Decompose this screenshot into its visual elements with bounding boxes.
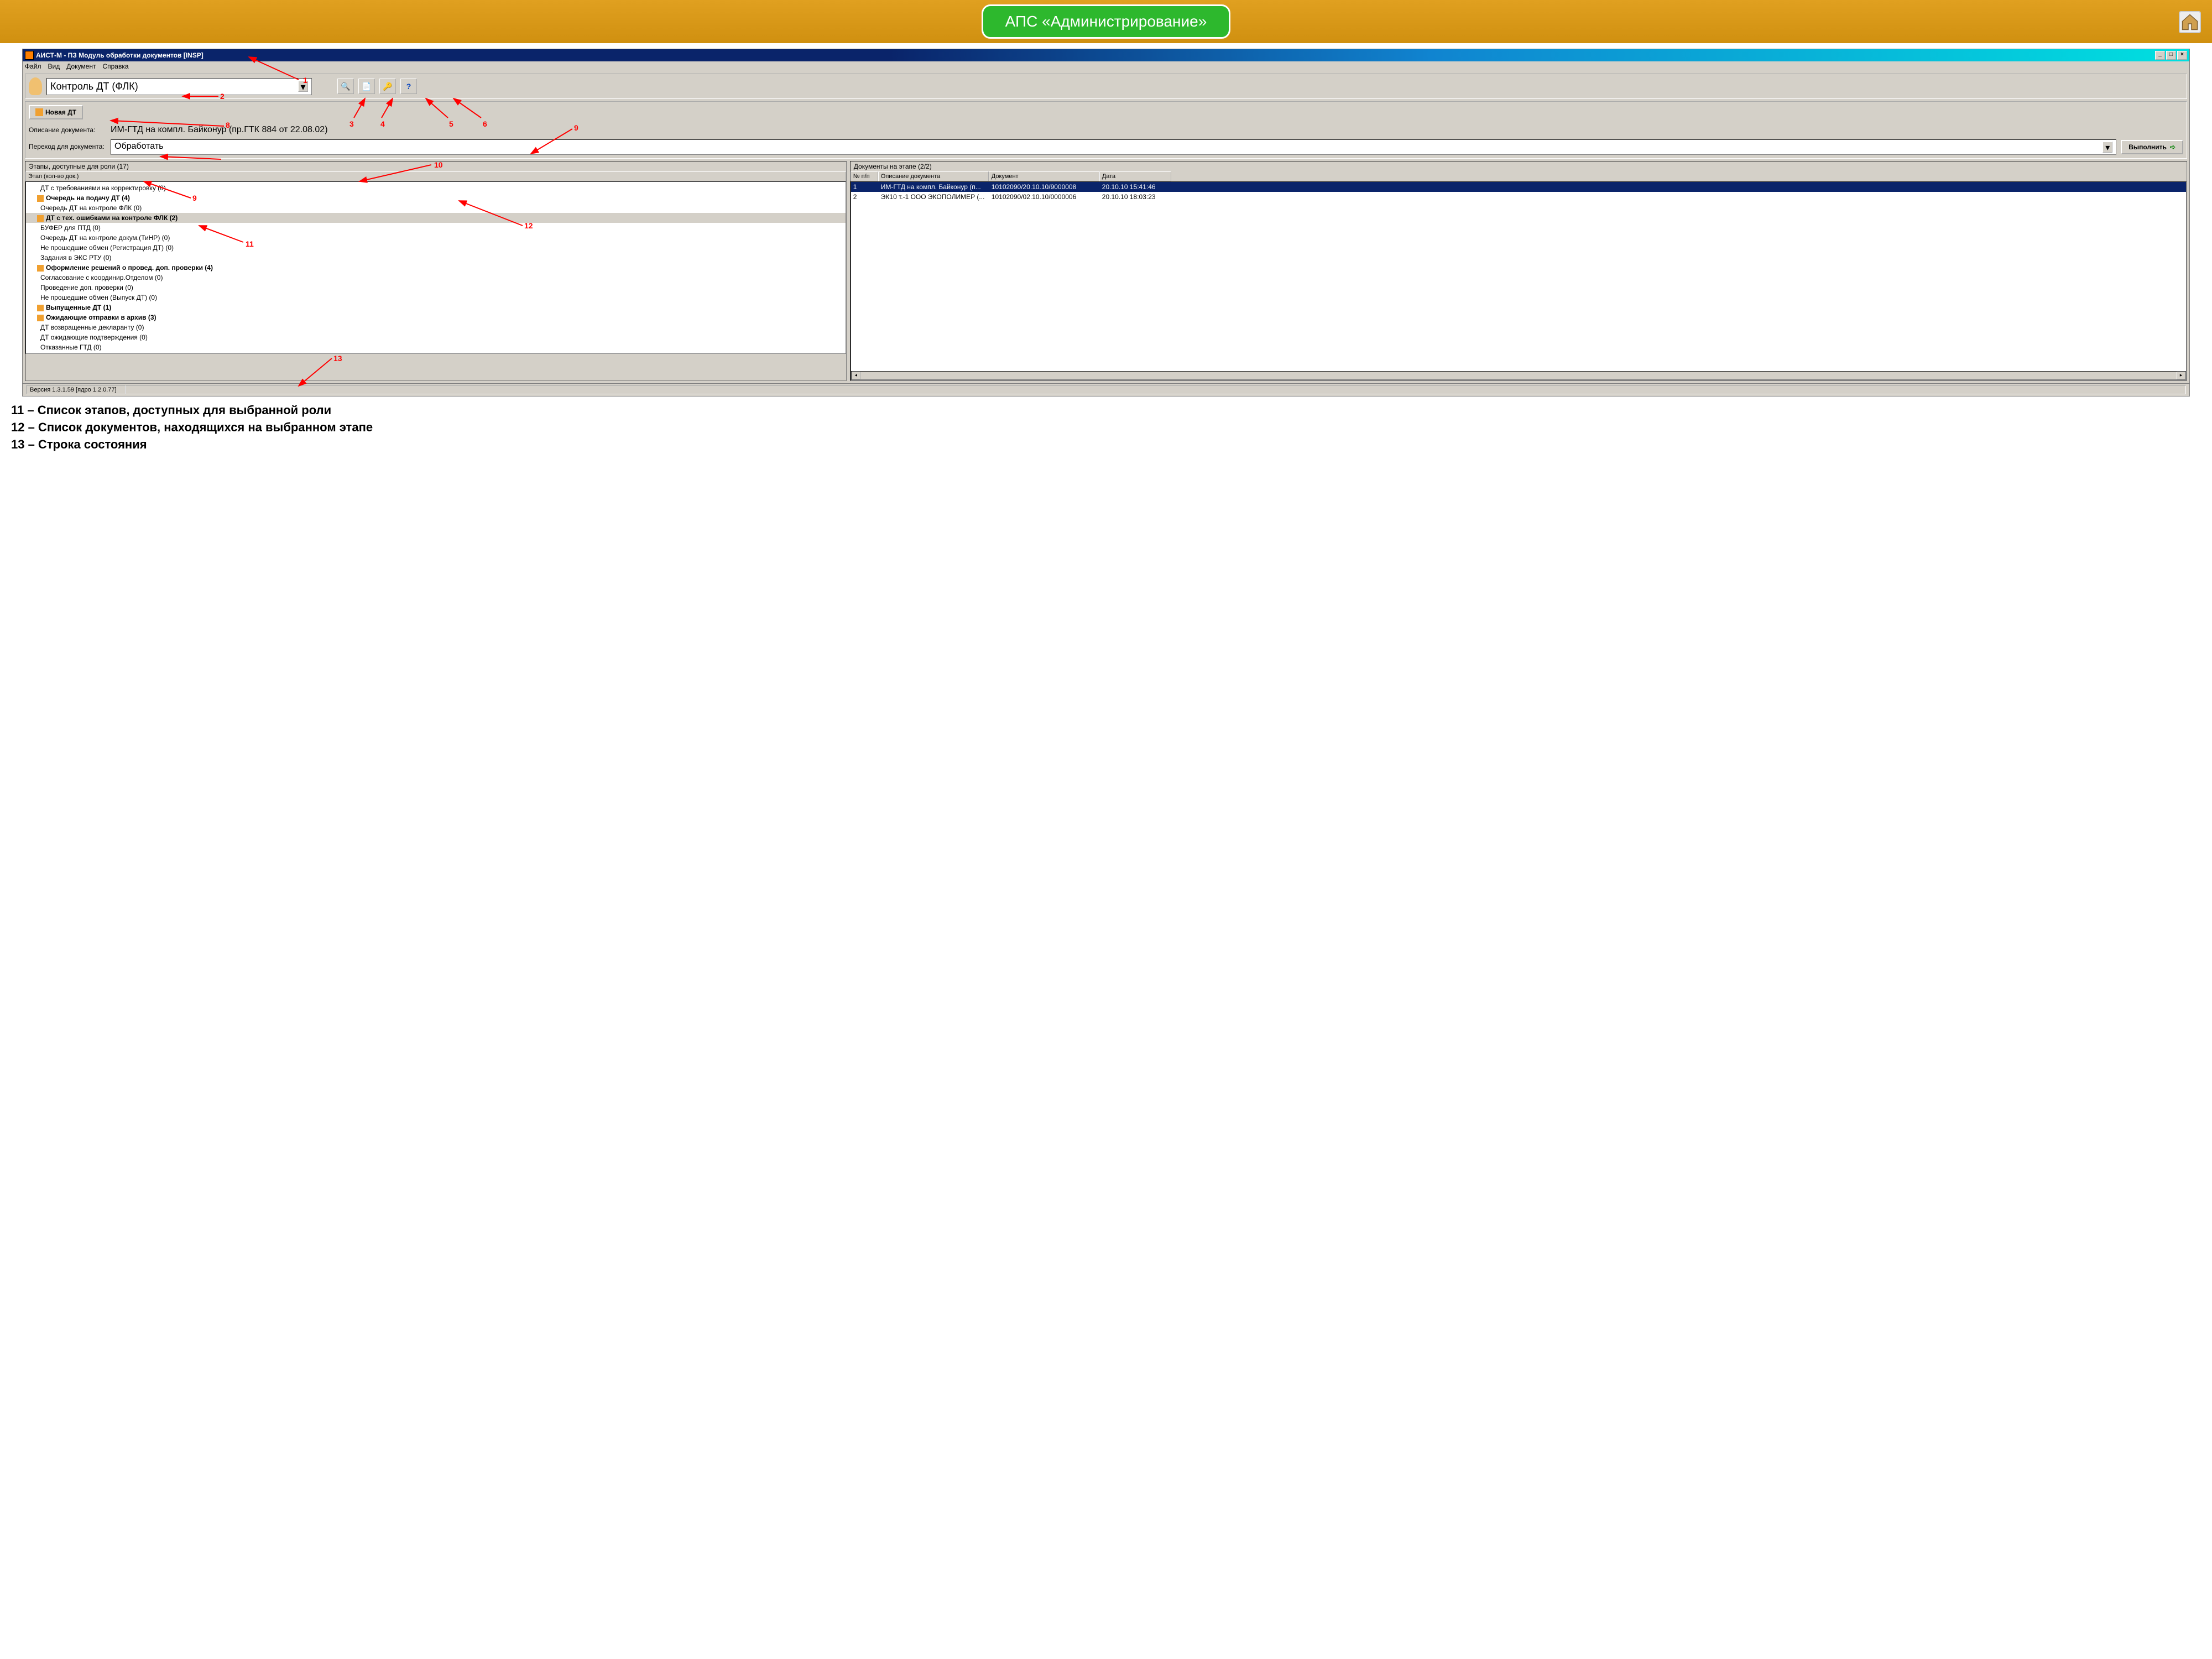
annotation-3: 3	[349, 119, 354, 128]
slide-header: АПС «Администрирование»	[0, 0, 2212, 43]
sub-toolbar: Новая ДТ Описание документа: ИМ-ГТД на к…	[25, 101, 2187, 159]
toolbar: Контроль ДТ (ФЛК) ▾ 🔍 📄 🔑 ?	[25, 74, 2187, 99]
horizontal-scrollbar[interactable]: ◂ ▸	[851, 371, 2186, 380]
titlebar: АИСТ-М - ПЗ Модуль обработки документов …	[23, 49, 2189, 61]
stages-tree[interactable]: ДТ с требованиями на корректировку (0)Оч…	[25, 181, 846, 354]
cell-desc: ЭК10 т.-1 ООО ЭКОПОЛИМЕР (...	[879, 192, 989, 202]
arrow-right-icon: ➪	[2170, 143, 2176, 151]
cell-n: 2	[851, 192, 879, 202]
col-date[interactable]: Дата	[1099, 171, 1171, 181]
key-icon[interactable]: 🔑	[379, 79, 396, 94]
annotation-12: 12	[524, 221, 533, 230]
cell-doc: 10102090/02.10.10/0000006	[989, 192, 1100, 202]
stage-item[interactable]: Выпущенные ДТ (1)	[26, 302, 846, 312]
documents-panel: Документы на этапе (2/2) № п/п Описание …	[850, 161, 2187, 381]
cell-desc: ИМ-ГТД на компл. Байконур (п...	[879, 182, 989, 192]
desc-label: Описание документа:	[29, 126, 106, 134]
properties-icon[interactable]: 📄	[358, 79, 375, 94]
scroll-track[interactable]	[860, 372, 2177, 379]
menu-document[interactable]: Документ	[66, 62, 96, 70]
stage-item[interactable]: Проведение доп. проверки (0)	[26, 283, 846, 293]
stage-item[interactable]: Оформление решений о провед. доп. провер…	[26, 263, 846, 273]
app-window: АИСТ-М - ПЗ Модуль обработки документов …	[22, 49, 2190, 397]
menu-file[interactable]: Файл	[25, 62, 41, 70]
annotation-8: 8	[226, 121, 230, 129]
user-icon	[29, 77, 42, 95]
home-icon[interactable]	[2179, 11, 2201, 33]
stages-panel: Этапы, доступные для роли (17) Этап (кол…	[25, 161, 847, 381]
menu-view[interactable]: Вид	[48, 62, 60, 70]
stage-item[interactable]: Отказанные ГТД (0)	[26, 342, 846, 352]
documents-table-header: № п/п Описание документа Документ Дата	[851, 171, 2187, 181]
binoculars-icon[interactable]: 🔍	[337, 79, 354, 94]
document-new-icon	[35, 108, 43, 116]
stage-item[interactable]: БУФЕР для ПТД (0)	[26, 223, 846, 233]
status-version: Версия 1.3.1.59 [ядро 1.2.0.77]	[26, 385, 126, 394]
statusbar: Версия 1.3.1.59 [ядро 1.2.0.77]	[23, 383, 2189, 396]
cell-n: 1	[851, 182, 879, 192]
stage-item[interactable]: Очередь на подачу ДТ (4)	[26, 193, 846, 203]
stage-item[interactable]: ДТ с требованиями на корректировку (0)	[26, 183, 846, 193]
new-dt-button[interactable]: Новая ДТ	[29, 105, 83, 119]
col-document[interactable]: Документ	[989, 171, 1099, 181]
cell-date: 20.10.10 15:41:46	[1100, 182, 1172, 192]
stage-item[interactable]: Ожидающие отправки в архив (3)	[26, 312, 846, 322]
transition-value: Обработать	[114, 142, 163, 153]
annotation-13: 13	[333, 354, 342, 363]
annotation-5: 5	[449, 119, 453, 128]
minimize-button[interactable]: _	[2155, 51, 2165, 60]
stage-item[interactable]: ДТ с тех. ошибками на контроле ФЛК (2)	[26, 213, 846, 223]
role-combobox[interactable]: Контроль ДТ (ФЛК) ▾	[46, 78, 312, 95]
desc-value: ИМ-ГТД на компл. Байконур (пр.ГТК 884 от…	[111, 125, 328, 135]
slide-title: АПС «Администрирование»	[1005, 13, 1207, 30]
transition-combobox[interactable]: Обработать ▾	[111, 139, 2116, 155]
stage-item[interactable]: Задания в ЭКС РТУ (0)	[26, 253, 846, 263]
menubar: Файл Вид Документ Справка	[23, 61, 2189, 71]
maximize-button[interactable]: □	[2166, 51, 2176, 60]
documents-panel-title: Документы на этапе (2/2)	[851, 161, 2187, 171]
stage-item[interactable]: Не прошедшие обмен (Выпуск ДТ) (0)	[26, 293, 846, 302]
annotation-6: 6	[483, 119, 487, 128]
slide-title-box: АПС «Администрирование»	[982, 4, 1231, 39]
stage-item[interactable]: Очередь ДТ на контроле докум.(ТиНР) (0)	[26, 233, 846, 243]
scroll-right-icon[interactable]: ▸	[2177, 372, 2185, 379]
new-dt-label: Новая ДТ	[45, 108, 76, 116]
stages-column-header: Этап (кол-во док.)	[25, 171, 846, 181]
window-title: АИСТ-М - ПЗ Модуль обработки документов …	[36, 51, 2155, 59]
footer-line-12: 12 – Список документов, находящихся на в…	[11, 419, 2201, 436]
stage-item[interactable]: Не прошедшие обмен (Регистрация ДТ) (0)	[26, 243, 846, 253]
execute-label: Выполнить	[2128, 143, 2167, 151]
annotation-10: 10	[434, 160, 443, 169]
help-icon[interactable]: ?	[400, 79, 417, 94]
annotation-9a: 9	[574, 123, 578, 132]
app-icon	[25, 51, 34, 60]
annotation-9b: 9	[192, 194, 197, 202]
documents-table-body[interactable]: 1ИМ-ГТД на компл. Байконур (п...10102090…	[851, 181, 2187, 380]
close-button[interactable]: ×	[2177, 51, 2187, 60]
stage-item[interactable]: Согласование с координир.Отделом (0)	[26, 273, 846, 283]
cell-doc: 10102090/20.10.10/9000008	[989, 182, 1100, 192]
stage-item[interactable]: Очередь ДТ на контроле ФЛК (0)	[26, 203, 846, 213]
annotation-2: 2	[220, 92, 225, 101]
annotation-1: 1	[303, 76, 307, 85]
menu-help[interactable]: Справка	[102, 62, 128, 70]
transition-label: Переход для документа:	[29, 143, 106, 150]
role-value: Контроль ДТ (ФЛК)	[50, 81, 138, 92]
footer-legend: 11 – Список этапов, доступных для выбран…	[11, 402, 2201, 453]
stage-item[interactable]: ДТ ожидающие подтверждения (0)	[26, 332, 846, 342]
chevron-down-icon[interactable]: ▾	[2103, 142, 2112, 153]
scroll-left-icon[interactable]: ◂	[852, 372, 860, 379]
table-row[interactable]: 1ИМ-ГТД на компл. Байконур (п...10102090…	[851, 182, 2186, 192]
col-description[interactable]: Описание документа	[878, 171, 989, 181]
footer-line-11: 11 – Список этапов, доступных для выбран…	[11, 402, 2201, 419]
stage-item[interactable]: ДТ возвращенные декларанту (0)	[26, 322, 846, 332]
footer-line-13: 13 – Строка состояния	[11, 436, 2201, 453]
execute-button[interactable]: Выполнить ➪	[2121, 140, 2183, 154]
col-number[interactable]: № п/п	[851, 171, 878, 181]
annotation-11: 11	[246, 239, 254, 248]
status-empty	[126, 385, 2186, 394]
table-row[interactable]: 2ЭК10 т.-1 ООО ЭКОПОЛИМЕР (...10102090/0…	[851, 192, 2186, 202]
annotation-4: 4	[380, 119, 385, 128]
cell-date: 20.10.10 18:03:23	[1100, 192, 1172, 202]
